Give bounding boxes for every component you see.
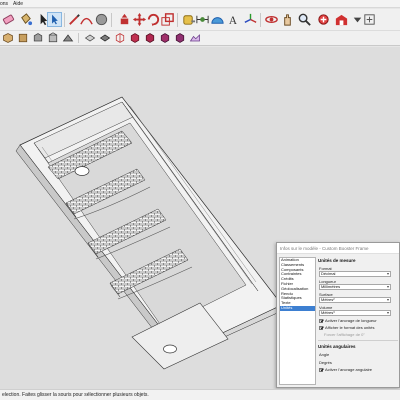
category-unites[interactable]: Unités [280,305,315,311]
units-heading: Unités de mesure [318,258,356,263]
paint-bucket-icon[interactable] [18,12,33,27]
checkbox-box [319,367,323,372]
shaded-texture-icon[interactable] [159,32,171,44]
force-display-zero-option: Forcer l'affichage de 0" [324,332,365,337]
front-view-icon[interactable] [32,32,44,44]
snap-length-checkbox[interactable]: Activer l'ancrage de longueur [319,318,377,323]
main-toolbar: A [0,9,400,31]
toolbar-separator [177,13,178,27]
chevron-down-icon: ▾ [386,284,389,289]
eraser-icon[interactable] [1,12,16,27]
section-divider [318,340,398,341]
text-icon[interactable]: A [226,12,241,27]
chevron-down-icon: ▾ [386,310,389,315]
volume-value: Mètres³ [321,310,335,315]
axes-icon[interactable] [243,12,258,27]
toolbar-separator [64,13,65,27]
format-value: Décimal [321,271,336,276]
show-unit-format-checkbox[interactable]: Afficher le format des unités [319,325,375,330]
chevron-down-icon: ▾ [386,271,389,276]
toolbar-separator [111,13,112,27]
scale-icon[interactable] [160,12,175,27]
length-value: Millimètres [321,284,341,289]
arc-icon[interactable] [79,12,94,27]
sandbox-icon[interactable] [189,32,201,44]
select-tool-active-icon[interactable] [47,12,62,27]
status-bar: election. Faites glisser la souris pour … [0,389,400,400]
checkbox-box [319,318,323,323]
top-view-icon[interactable] [17,32,29,44]
xray-icon[interactable] [84,32,96,44]
menu-bar: ons Aide [0,0,400,8]
shaded-icon[interactable] [144,32,156,44]
svg-text:A: A [229,15,238,27]
protractor-icon[interactable] [210,12,225,27]
zoom-extents-icon[interactable] [316,12,331,27]
rotate-icon[interactable] [146,12,161,27]
dialog-title: Infos sur le modèle - Custom Booster Fra… [280,246,369,251]
move-icon[interactable] [132,12,147,27]
checkbox-box [319,325,323,330]
degrees-label: Degrés [319,360,332,365]
volume-select[interactable]: Mètres³ ▾ [319,310,391,316]
tape-measure-icon[interactable] [181,12,196,27]
area-value: Mètres² [321,297,335,302]
pan-icon[interactable] [280,12,295,27]
warehouse-icon[interactable] [334,12,349,27]
dialog-titlebar[interactable]: Infos sur le modèle - Custom Booster Fra… [277,243,399,254]
wireframe-icon[interactable] [114,32,126,44]
dimension-icon[interactable] [195,12,210,27]
angle-label: Angle [319,352,330,357]
units-panel: Unités de mesure Format Décimal ▾ Longue… [318,257,399,387]
status-text: election. Faites glisser la souris pour … [2,392,149,398]
orbit-icon[interactable] [264,12,279,27]
snap-angle-label: Activer l'ancrage angulaire [325,367,373,372]
back-view-icon[interactable] [62,32,74,44]
force-display-zero-label: Forcer l'affichage de 0" [324,332,365,337]
shape-icon[interactable] [94,12,109,27]
extension-icon[interactable] [362,12,377,27]
show-unit-format-label: Afficher le format des unités [325,325,375,330]
angle-units-heading: Unités angulaires [318,344,356,349]
back-edges-icon[interactable] [99,32,111,44]
iso-view-icon[interactable] [2,32,14,44]
toolbar-separator [260,13,261,27]
menu-item-options[interactable]: ons [0,1,8,7]
right-view-icon[interactable] [47,32,59,44]
toolbar-separator [78,33,79,43]
monochrome-icon[interactable] [174,32,186,44]
dialog-category-list: Animation Classements Composants Contrai… [279,257,316,385]
snap-angle-checkbox[interactable]: Activer l'ancrage angulaire [319,367,372,372]
hidden-line-icon[interactable] [129,32,141,44]
push-pull-icon[interactable] [117,12,132,27]
format-select[interactable]: Décimal ▾ [319,271,391,277]
area-select[interactable]: Mètres² ▾ [319,297,391,303]
chevron-down-icon: ▾ [386,297,389,302]
length-select[interactable]: Millimètres ▾ [319,284,391,290]
menu-item-help[interactable]: Aide [13,1,23,7]
snap-length-label: Activer l'ancrage de longueur [325,318,377,323]
zoom-icon[interactable] [297,12,312,27]
model-info-dialog: Infos sur le modèle - Custom Booster Fra… [276,242,400,388]
views-toolbar [0,31,400,46]
